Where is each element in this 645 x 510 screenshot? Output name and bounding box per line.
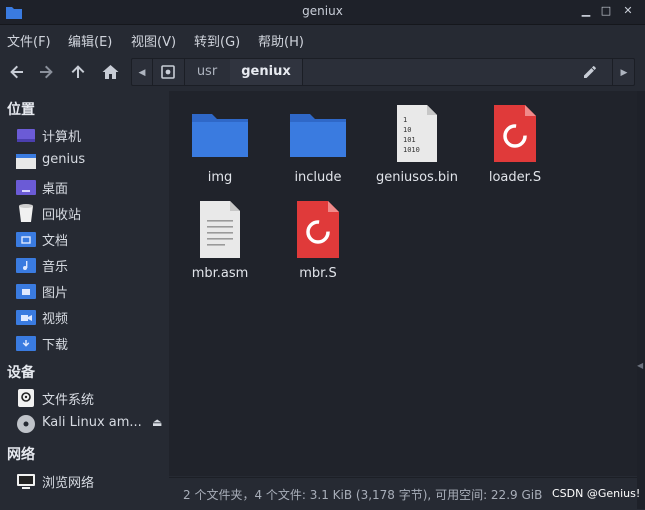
- sidebar-item-label: 桌面: [42, 182, 69, 197]
- sidebar-item-trash[interactable]: 回收站: [0, 200, 168, 226]
- file-name: mbr.asm: [191, 266, 249, 281]
- debian-source-icon: [297, 201, 339, 258]
- arrow-right-icon: [40, 65, 53, 79]
- sidebar-item-label: 计算机: [42, 130, 82, 145]
- sidebar: 位置 计算机 genius 桌面 回收站 文档 音乐 图片 视频 下载 设备 文…: [0, 91, 168, 509]
- downloads-folder-icon: [16, 336, 36, 351]
- binary-line: 1: [403, 116, 407, 124]
- path-segment-usr[interactable]: usr: [184, 59, 231, 85]
- path-scroll-left-button[interactable]: ◀: [132, 59, 153, 85]
- file-item-mbr-s[interactable]: mbr.S: [268, 200, 368, 294]
- sidebar-item-documents[interactable]: 文档: [0, 226, 168, 252]
- sidebar-item-downloads[interactable]: 下载: [0, 330, 168, 356]
- sidebar-item-label: 浏览网络: [42, 476, 95, 491]
- menu-go[interactable]: 转到(G): [194, 31, 240, 50]
- sidebar-item-label: 音乐: [42, 260, 69, 275]
- file-name: img: [207, 170, 233, 185]
- maximize-button[interactable]: □: [598, 3, 614, 19]
- videos-folder-icon: [16, 310, 36, 325]
- home-folder-icon: [16, 154, 36, 169]
- folder-icon: [290, 114, 346, 157]
- minimize-button[interactable]: ▁: [578, 3, 594, 19]
- menu-edit[interactable]: 编辑(E): [68, 31, 112, 50]
- sidebar-item-genius[interactable]: genius: [0, 148, 168, 174]
- sidebar-item-pictures[interactable]: 图片: [0, 278, 168, 304]
- window-title: geniux: [302, 4, 343, 18]
- home-icon: [102, 65, 118, 79]
- forward-button[interactable]: [35, 61, 57, 83]
- drive-icon: [161, 65, 175, 79]
- up-button[interactable]: [67, 61, 89, 83]
- file-view: img include 1 10 101 1010 geniusos.bin l…: [169, 91, 637, 476]
- binary-line: 1010: [403, 146, 420, 154]
- desktop-folder-icon: [16, 180, 36, 195]
- chevron-left-icon: ◀: [138, 68, 146, 78]
- file-name: loader.S: [488, 170, 542, 185]
- sidebar-item-label: 视频: [42, 312, 69, 327]
- scrollbar[interactable]: ◀: [637, 91, 645, 509]
- close-button[interactable]: ✕: [620, 3, 636, 19]
- sidebar-item-label: 图片: [42, 286, 69, 301]
- documents-folder-icon: [16, 232, 36, 247]
- file-item-include[interactable]: include: [268, 104, 368, 198]
- sidebar-item-browse-network[interactable]: 浏览网络: [0, 468, 168, 494]
- places-header: 位置: [7, 102, 35, 118]
- network-header: 网络: [7, 447, 35, 463]
- sidebar-item-label: 文件系统: [42, 393, 95, 408]
- sidebar-item-music[interactable]: 音乐: [0, 252, 168, 278]
- trash-icon: [19, 204, 33, 222]
- pictures-folder-icon: [16, 284, 36, 299]
- sidebar-item-label: 回收站: [42, 208, 82, 223]
- binary-line: 101: [403, 136, 416, 144]
- path-scroll-right-button[interactable]: ▶: [612, 59, 635, 85]
- arrow-up-icon: [71, 65, 85, 78]
- pencil-icon: [584, 66, 596, 78]
- file-item-mbr-asm[interactable]: mbr.asm: [170, 200, 270, 294]
- binary-file-icon: 1 10 101 1010: [397, 105, 437, 162]
- folder-icon: [192, 114, 248, 157]
- sidebar-item-label: 下载: [42, 338, 69, 353]
- file-item-geniusos-bin[interactable]: 1 10 101 1010 geniusos.bin: [367, 104, 467, 198]
- binary-line: 10: [403, 126, 411, 134]
- eject-icon[interactable]: ⏏: [152, 416, 162, 429]
- sidebar-item-label: genius: [42, 152, 86, 167]
- title-bar: geniux ▁ □ ✕: [0, 0, 645, 25]
- sidebar-item-label: Kali Linux am...: [42, 415, 142, 430]
- computer-icon: [17, 129, 35, 142]
- disc-icon: [17, 415, 35, 433]
- menu-help[interactable]: 帮助(H): [258, 31, 304, 50]
- location-bar: ◀ usr geniux ▶: [131, 58, 635, 86]
- toolbar: ◀ usr geniux ▶: [0, 53, 645, 91]
- watermark: CSDN @Genius!: [552, 487, 641, 500]
- text-file-icon: [200, 201, 240, 258]
- chevron-right-icon: ▶: [620, 68, 628, 78]
- filesystem-icon: [18, 389, 34, 407]
- network-icon: [17, 474, 35, 489]
- devices-header: 设备: [7, 365, 35, 381]
- file-item-loader-s[interactable]: loader.S: [465, 104, 565, 198]
- path-segment-geniux[interactable]: geniux: [230, 59, 303, 85]
- file-name: mbr.S: [299, 266, 337, 281]
- home-button[interactable]: [99, 61, 121, 83]
- menu-view[interactable]: 视图(V): [131, 31, 176, 50]
- menu-file[interactable]: 文件(F): [7, 31, 51, 50]
- edit-path-button[interactable]: [583, 64, 599, 80]
- sidebar-item-kali-disc[interactable]: Kali Linux am... ⏏: [0, 411, 168, 437]
- sidebar-item-desktop[interactable]: 桌面: [0, 174, 168, 200]
- file-name: include: [294, 170, 342, 185]
- sidebar-item-computer[interactable]: 计算机: [0, 122, 168, 148]
- scroll-arrow-icon: ◀: [637, 361, 644, 370]
- menu-bar: 文件(F) 编辑(E) 视图(V) 转到(G) 帮助(H): [0, 25, 645, 53]
- music-folder-icon: [16, 258, 36, 273]
- sidebar-item-videos[interactable]: 视频: [0, 304, 168, 330]
- file-item-img[interactable]: img: [170, 104, 270, 198]
- sidebar-item-filesystem[interactable]: 文件系统: [0, 385, 168, 411]
- file-name: geniusos.bin: [375, 170, 459, 185]
- sidebar-item-label: 文档: [42, 234, 69, 249]
- path-root-button[interactable]: [152, 59, 185, 85]
- back-button[interactable]: [6, 61, 28, 83]
- status-text: 2 个文件夹，4 个文件: 3.1 KiB (3,178 字节), 可用空间: …: [183, 488, 543, 502]
- debian-source-icon: [494, 105, 536, 162]
- arrow-left-icon: [10, 65, 23, 79]
